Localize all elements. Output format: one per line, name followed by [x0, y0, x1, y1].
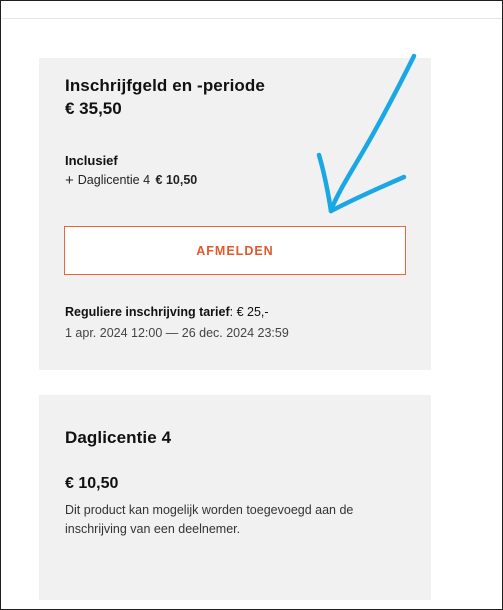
- tarief-value: : € 25,-: [229, 305, 269, 319]
- page-frame: Inschrijfgeld en -periode € 35,50 Inclus…: [0, 0, 503, 610]
- tarief-label: Reguliere inschrijving tarief: [65, 305, 230, 319]
- addon-row: + Daglicentie 4 € 10,50: [65, 173, 197, 188]
- registration-title: Inschrijfgeld en -periode: [65, 76, 265, 95]
- product-price: € 10,50: [65, 475, 119, 492]
- registration-card: Inschrijfgeld en -periode € 35,50 Inclus…: [39, 58, 431, 370]
- plus-icon: +: [65, 172, 74, 189]
- addon-name: Daglicentie 4: [77, 173, 151, 187]
- tarief-row: Reguliere inschrijving tarief: € 25,-: [65, 305, 269, 319]
- product-card: Daglicentie 4 € 10,50 Dit product kan mo…: [39, 395, 431, 600]
- registration-period: 1 apr. 2024 12:00 — 26 dec. 2024 23:59: [65, 326, 289, 340]
- product-title: Daglicentie 4: [65, 428, 172, 447]
- afmelden-button[interactable]: AFMELDEN: [64, 226, 406, 275]
- registration-price: € 35,50: [65, 99, 122, 118]
- addon-price: € 10,50: [155, 173, 198, 187]
- inclusief-label: Inclusief: [65, 153, 118, 168]
- product-description: Dit product kan mogelijk worden toegevoe…: [65, 503, 354, 536]
- top-divider: [2, 18, 502, 19]
